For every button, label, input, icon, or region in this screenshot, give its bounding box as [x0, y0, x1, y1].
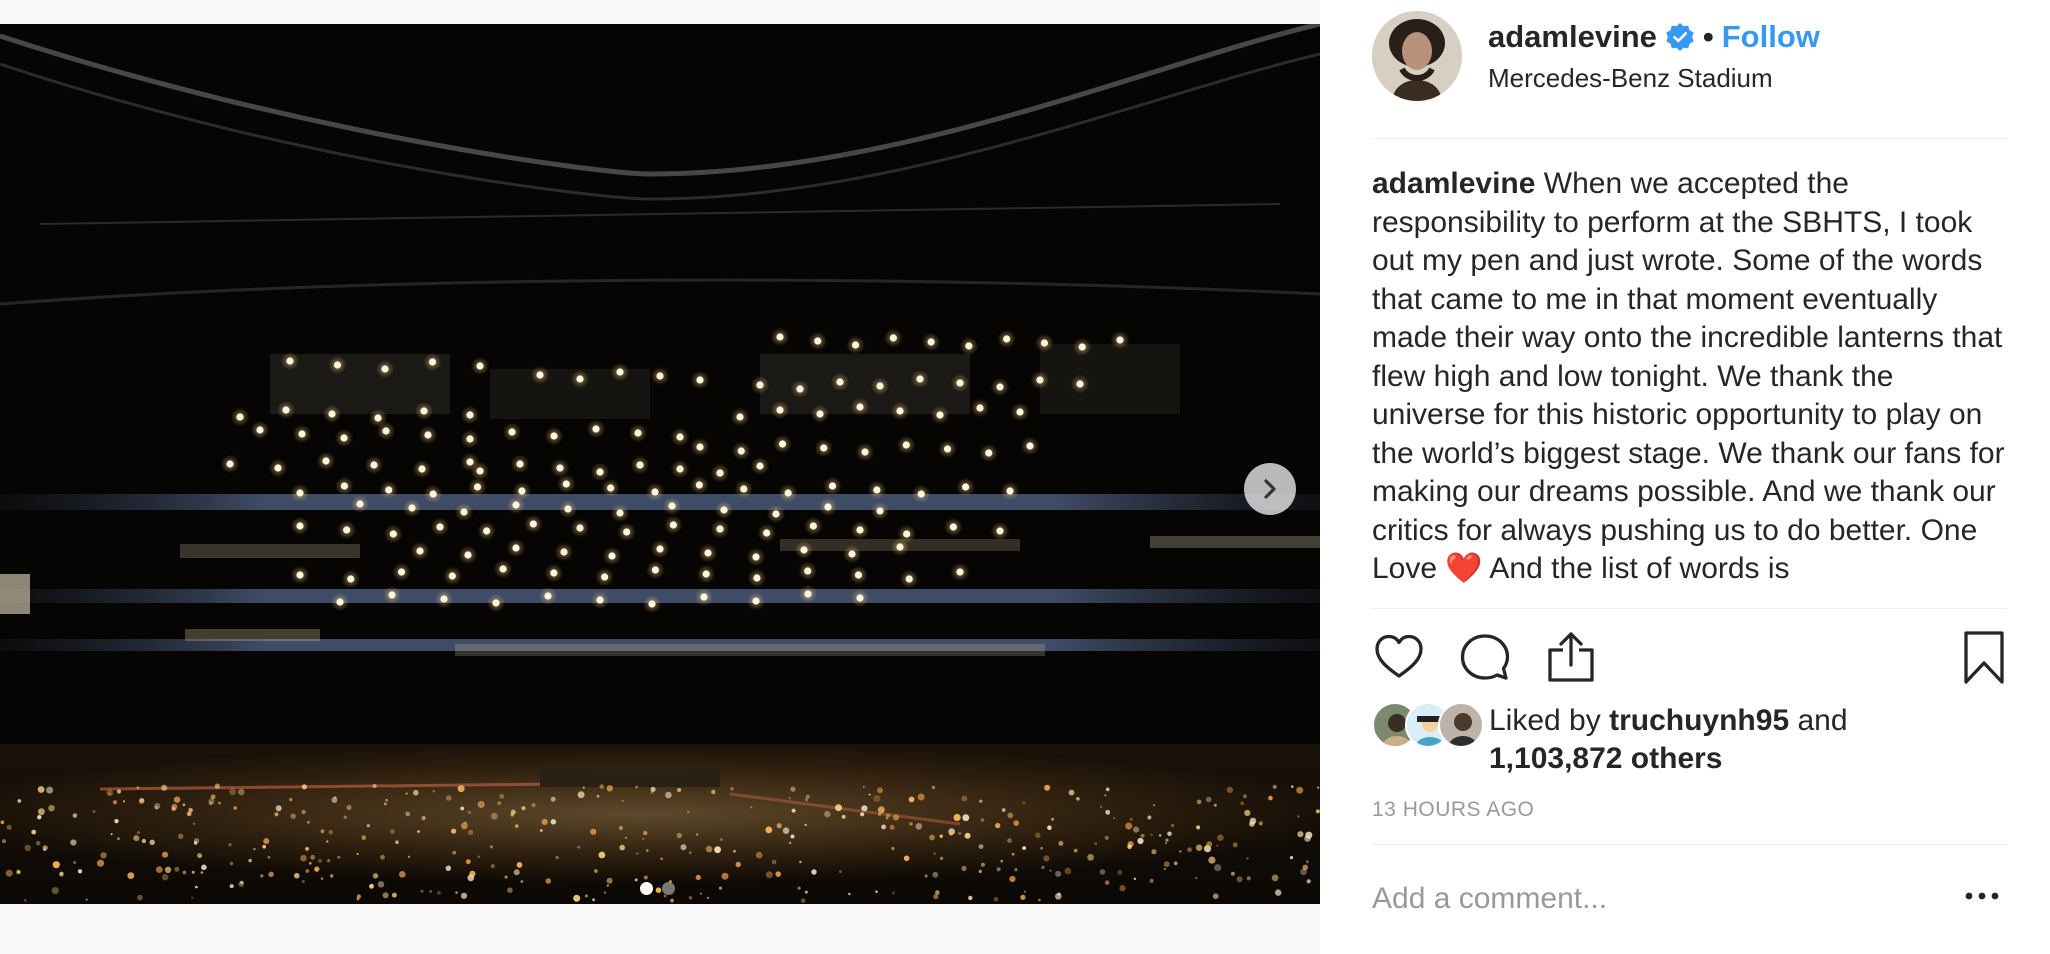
bookmark-icon: [1964, 631, 2004, 684]
carousel-next-button[interactable]: [1244, 463, 1296, 515]
header-text: adamlevine • Follow Mercedes-Benz Stadiu…: [1488, 19, 1820, 94]
separator-dot: •: [1702, 18, 1714, 54]
share-icon: [1548, 632, 1594, 682]
like-button[interactable]: [1372, 630, 1428, 686]
username-link[interactable]: adamlevine: [1488, 19, 1657, 55]
post-header: adamlevine • Follow Mercedes-Benz Stadiu…: [1372, 8, 2002, 104]
save-button[interactable]: [1957, 630, 2013, 686]
comment-icon: [1460, 634, 1510, 680]
carousel-dot-active[interactable]: [640, 882, 653, 895]
comment-button[interactable]: [1458, 630, 1514, 686]
location-link[interactable]: Mercedes-Benz Stadium: [1488, 63, 1820, 94]
share-button[interactable]: [1544, 630, 1600, 686]
caption-divider: [1372, 608, 2007, 609]
post-timestamp[interactable]: 13 HOURS AGO: [1372, 798, 1534, 822]
liker-avatars: [1372, 702, 1484, 748]
likes-text: Liked by truchuynh95 and 1,103,872 other…: [1489, 702, 1848, 778]
verified-badge-icon: [1666, 22, 1694, 51]
likes-conjunction: and: [1797, 704, 1848, 737]
liker-avatar[interactable]: [1438, 702, 1484, 748]
carousel-indicator: [640, 882, 675, 895]
follow-button[interactable]: Follow: [1722, 19, 1820, 55]
liker-username-link[interactable]: truchuynh95: [1609, 704, 1789, 737]
likes-count-link[interactable]: 1,103,872 others: [1489, 742, 1722, 775]
likes-section: Liked by truchuynh95 and 1,103,872 other…: [1372, 700, 2012, 780]
avatar-image: [1372, 11, 1462, 101]
caption: adamlevine When we accepted the responsi…: [1372, 165, 2012, 608]
post-details-panel: adamlevine • Follow Mercedes-Benz Stadiu…: [1320, 0, 2050, 954]
avatar[interactable]: [1372, 11, 1462, 101]
header-divider: [1372, 138, 2007, 139]
ellipsis-icon: [1965, 892, 1999, 900]
heart-icon: [1375, 634, 1423, 678]
more-options-button[interactable]: [1964, 886, 2000, 906]
carousel-dot[interactable]: [662, 882, 675, 895]
action-bar: [1372, 630, 2012, 686]
post-photo[interactable]: [0, 24, 1320, 904]
comment-divider: [1372, 844, 2007, 845]
stadium-photo: [0, 24, 1320, 904]
liked-by-label: Liked by: [1489, 704, 1601, 737]
caption-text: When we accepted the responsibility to p…: [1372, 167, 2005, 585]
user-row: adamlevine • Follow: [1488, 19, 1820, 55]
caption-username-link[interactable]: adamlevine: [1372, 167, 1535, 200]
chevron-right-icon: [1264, 479, 1276, 499]
add-comment-input[interactable]: [1372, 878, 1942, 920]
